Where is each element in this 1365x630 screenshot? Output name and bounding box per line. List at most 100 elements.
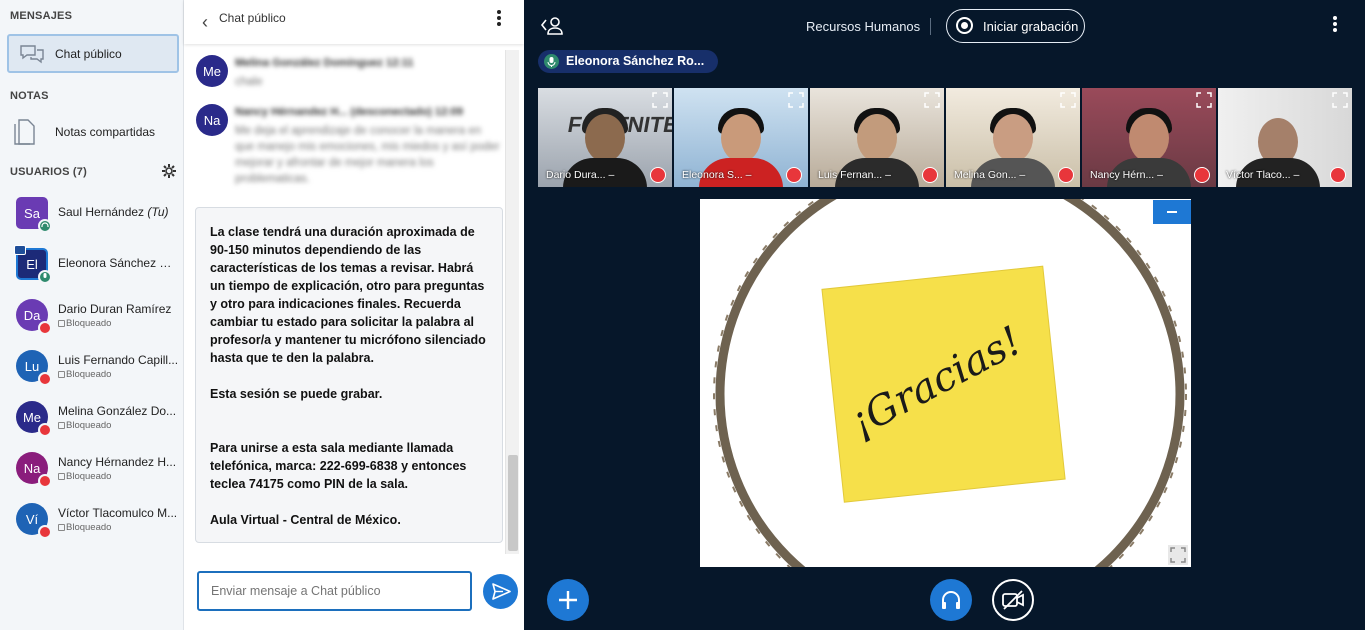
welcome-paragraph: La clase tendrá una duración aproximada … [210,225,486,365]
microphone-icon [544,54,559,69]
more-options-icon[interactable] [1332,16,1338,36]
user-list-item[interactable]: Da Dario Duran Ramírez Bloqueado [0,293,184,339]
fullscreen-icon[interactable] [788,92,804,108]
welcome-paragraph: Para unirse a esta sala mediante llamada… [210,441,467,491]
camera-off-icon [1002,590,1024,610]
user-list-item[interactable]: Lu Luis Fernando Capill... Bloqueado [0,344,184,390]
user-status: Bloqueado [66,522,112,533]
send-button[interactable] [483,574,518,609]
message-author: Melina González Domínguez 12:11 [235,57,414,69]
public-chat-button[interactable]: Chat público [7,34,179,73]
chat-title: Chat público [219,11,286,25]
fullscreen-icon[interactable] [1196,92,1212,108]
user-status: Bloqueado [66,420,112,431]
document-icon [14,119,35,145]
chat-message: Me Melina González Domínguez 12:11 chale [196,55,496,95]
user-name: Melina González Do... [58,404,177,418]
avatar: Na [196,104,228,136]
user-name: Saul Hernández [58,205,145,219]
user-list-toggle-icon[interactable] [540,15,564,37]
microphone-icon [38,270,52,284]
lock-icon [58,371,65,378]
actions-button[interactable] [547,579,589,621]
video-tile[interactable]: Nancy Hérn... – [1082,88,1216,187]
record-label: Iniciar grabación [983,19,1079,34]
public-chat-label: Chat público [55,47,122,61]
participant-name: Nancy Hérn... – [1090,169,1163,181]
plus-icon [559,591,577,609]
user-name: Víctor Tlacomulco M... [58,506,178,520]
headphones-icon [942,591,960,609]
muted-mic-icon [922,167,938,183]
participant-name: Víctor Tlaco... – [1226,169,1300,181]
muted-mic-icon [786,167,802,183]
muted-mic-icon [38,525,52,539]
chat-message: Na Nancy Hérnandez H... (desconectado) 1… [196,104,500,196]
user-name: Dario Duran Ramírez [58,302,172,316]
video-tile[interactable]: Víctor Tlaco... – [1218,88,1352,187]
muted-mic-icon [650,167,666,183]
message-author: Nancy Hérnandez H... (desconectado) 12:0… [235,106,464,118]
muted-mic-icon [1058,167,1074,183]
muted-mic-icon [38,423,52,437]
record-button[interactable]: Iniciar grabación [946,9,1085,43]
fullscreen-icon[interactable] [924,92,940,108]
lock-icon [58,524,65,531]
user-list-item[interactable]: Me Melina González Do... Bloqueado [0,395,184,441]
chat-panel: ‹ Chat público Me Melina González Domíng… [184,0,524,630]
thank-you-slide-graphic: ¡Gracias! [713,199,1187,567]
presenter-icon [14,245,26,255]
you-tag: (Tu) [147,205,169,219]
muted-mic-icon [38,321,52,335]
lock-icon [58,473,65,480]
user-list-item[interactable]: Ví Víctor Tlacomulco M... Bloqueado [0,497,184,543]
users-section-title: USUARIOS (7) [10,166,87,178]
video-tile[interactable]: Eleonora S... – [674,88,808,187]
chevron-left-icon[interactable]: ‹ [202,12,208,33]
fullscreen-icon[interactable] [1168,545,1188,565]
record-icon [956,17,973,34]
message-text: Me deja el aprendizaje de conocer la man… [235,125,500,185]
user-name: Nancy Hérnandez H... [58,455,177,469]
video-tile[interactable]: Luis Fernan... – [810,88,944,187]
user-list-sidebar: MENSAJES Chat público NOTAS Notas compar… [0,0,184,630]
welcome-paragraph: Aula Virtual - Central de México. [210,513,401,527]
avatar: Me [196,55,228,87]
minimize-presentation-button[interactable] [1153,200,1191,224]
headset-icon [38,219,52,233]
gear-icon[interactable] [162,164,176,178]
fullscreen-icon[interactable] [1332,92,1348,108]
user-list-item[interactable]: El Eleonora Sánchez Ro... [0,242,184,288]
messages-section-title: MENSAJES [10,10,73,22]
lock-icon [58,422,65,429]
meeting-title: Recursos Humanos [806,19,921,34]
video-tile[interactable]: Melina Gon... – [946,88,1080,187]
user-list-item[interactable]: Sa Saul Hernández (Tu) [0,191,184,237]
participant-name: Dario Dura... – [546,169,615,181]
muted-mic-icon [1194,167,1210,183]
leave-audio-button[interactable] [930,579,972,621]
fullscreen-icon[interactable] [1060,92,1076,108]
muted-mic-icon [1330,167,1346,183]
user-name: Eleonora Sánchez Ro... [58,256,180,270]
participant-name: Eleonora S... – [682,169,752,181]
user-status: Bloqueado [66,369,112,380]
shared-notes-button[interactable]: Notas compartidas [7,115,179,149]
presentation-slide: ¡Gracias! [700,199,1191,567]
talking-indicator: Eleonora Sánchez Ro... [538,50,718,73]
message-text: chale [235,76,263,88]
notes-section-title: NOTAS [10,90,49,102]
user-status: Bloqueado [66,471,112,482]
fullscreen-icon[interactable] [652,92,668,108]
welcome-message: La clase tendrá una duración aproximada … [195,207,503,543]
share-webcam-button[interactable] [992,579,1034,621]
user-list-item[interactable]: Na Nancy Hérnandez H... Bloqueado [0,446,184,492]
chat-message-input[interactable] [197,571,472,611]
divider [930,18,931,35]
more-options-icon[interactable] [496,9,502,29]
chat-scrollbar[interactable] [505,50,519,554]
video-tile[interactable]: FORTNITE Dario Dura... – [538,88,672,187]
muted-mic-icon [38,372,52,386]
muted-mic-icon [38,474,52,488]
talker-name: Eleonora Sánchez Ro... [566,54,705,68]
